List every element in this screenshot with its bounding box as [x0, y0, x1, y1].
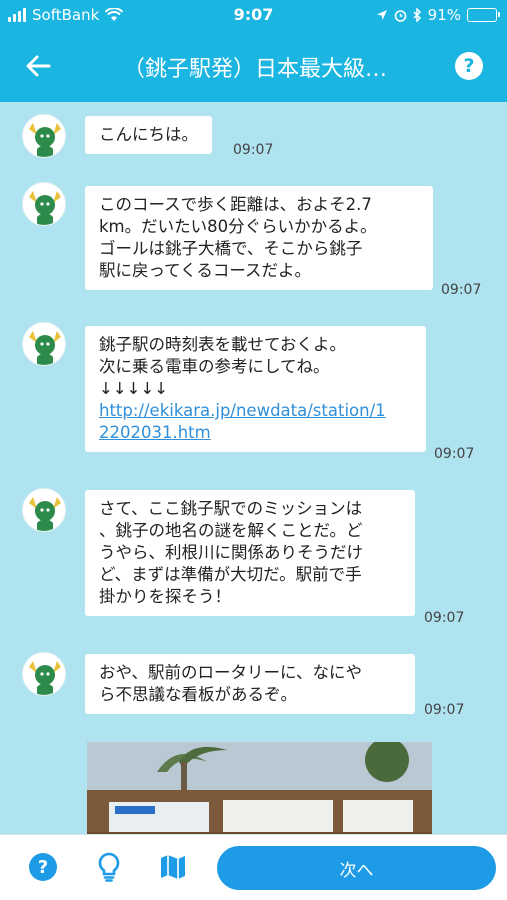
message-time: 09:07 [441, 282, 482, 298]
battery-percent: 91% [427, 6, 461, 24]
avatar [22, 488, 66, 532]
message-line: ゴールは銚子大橋で、そこから銚子 [99, 239, 363, 258]
avatar [22, 114, 66, 158]
timetable-link[interactable]: http://ekikara.jp/newdata/station/1 [99, 401, 386, 420]
message-line: km。だいたい80分ぐらいかかるよ。 [99, 217, 377, 236]
avatar [22, 182, 66, 226]
map-icon [161, 855, 185, 879]
avatar [22, 322, 66, 366]
signboard-photo[interactable] [87, 742, 432, 834]
message-line: ど、まずは準備が大切だ。駅前で手 [99, 565, 362, 584]
next-button[interactable]: 次へ [217, 846, 496, 890]
message-line: 駅に戻ってくるコースだよ。 [99, 261, 312, 280]
message-line: うやら、利根川に関係ありそうだけ [99, 543, 363, 562]
message-line: 銚子駅の時刻表を載せておくよ。 [99, 335, 347, 354]
timetable-link[interactable]: 2202031.htm [99, 423, 211, 442]
lightbulb-icon [98, 852, 120, 882]
arrow-left-icon [26, 55, 51, 77]
message-time: 09:07 [233, 142, 274, 158]
message-time: 09:07 [424, 610, 465, 626]
message-time: 09:07 [424, 702, 465, 718]
message-line: 掛かりを探そう！ [99, 587, 231, 606]
chat-bubble: このコースで歩く距離は、およそ2.7 km。だいたい80分ぐらいかかるよ。 ゴー… [85, 186, 433, 290]
header: （銚子駅発）日本最大級… ? [0, 30, 507, 102]
map-button[interactable] [158, 852, 188, 882]
bottom-toolbar: ? 次へ [0, 834, 507, 900]
help-button[interactable]: ? [455, 52, 483, 80]
page-title: （銚子駅発）日本最大級… [122, 57, 387, 82]
message-line: このコースで歩く距離は、およそ2.7 [99, 195, 372, 214]
chat-bubble: おや、駅前のロータリーに、なにや ら不思議な看板があるぞ。 [85, 654, 415, 714]
message-line: こんにちは。 [99, 125, 198, 144]
hint-button[interactable] [94, 852, 124, 882]
location-icon [376, 10, 387, 20]
message-line: ら不思議な看板があるぞ。 [99, 685, 297, 704]
battery-icon [467, 8, 500, 22]
message-time: 09:07 [434, 446, 475, 462]
status-right: 91% [376, 6, 500, 24]
chat-bubble: さて、ここ銚子駅でのミッションは 、銚子の地名の謎を解くことだ。ど うやら、利根… [85, 490, 415, 616]
message-line: ↓↓↓↓↓ [99, 379, 169, 398]
avatar [22, 652, 66, 696]
chat-bubble: こんにちは。 [85, 116, 212, 154]
alarm-icon [394, 9, 406, 22]
chat-bubble: 銚子駅の時刻表を載せておくよ。 次に乗る電車の参考にしてね。 ↓↓↓↓↓ htt… [85, 326, 426, 452]
help-icon: ? [29, 853, 57, 881]
message-line: 、銚子の地名の謎を解くことだ。ど [99, 521, 363, 540]
status-bar: SoftBank 9:07 91% [0, 0, 507, 30]
bluetooth-icon [413, 8, 421, 22]
chat-area[interactable]: こんにちは。 09:07 このコースで歩く距離は、およそ2.7 km。だいたい8… [0, 102, 507, 834]
message-line: さて、ここ銚子駅でのミッションは [99, 499, 363, 518]
help-button[interactable]: ? [28, 852, 58, 882]
message-line: おや、駅前のロータリーに、なにや [99, 663, 363, 682]
back-button[interactable] [18, 48, 58, 84]
message-line: 次に乗る電車の参考にしてね。 [99, 357, 330, 376]
help-icon: ? [463, 55, 475, 77]
next-label: 次へ [339, 860, 374, 881]
